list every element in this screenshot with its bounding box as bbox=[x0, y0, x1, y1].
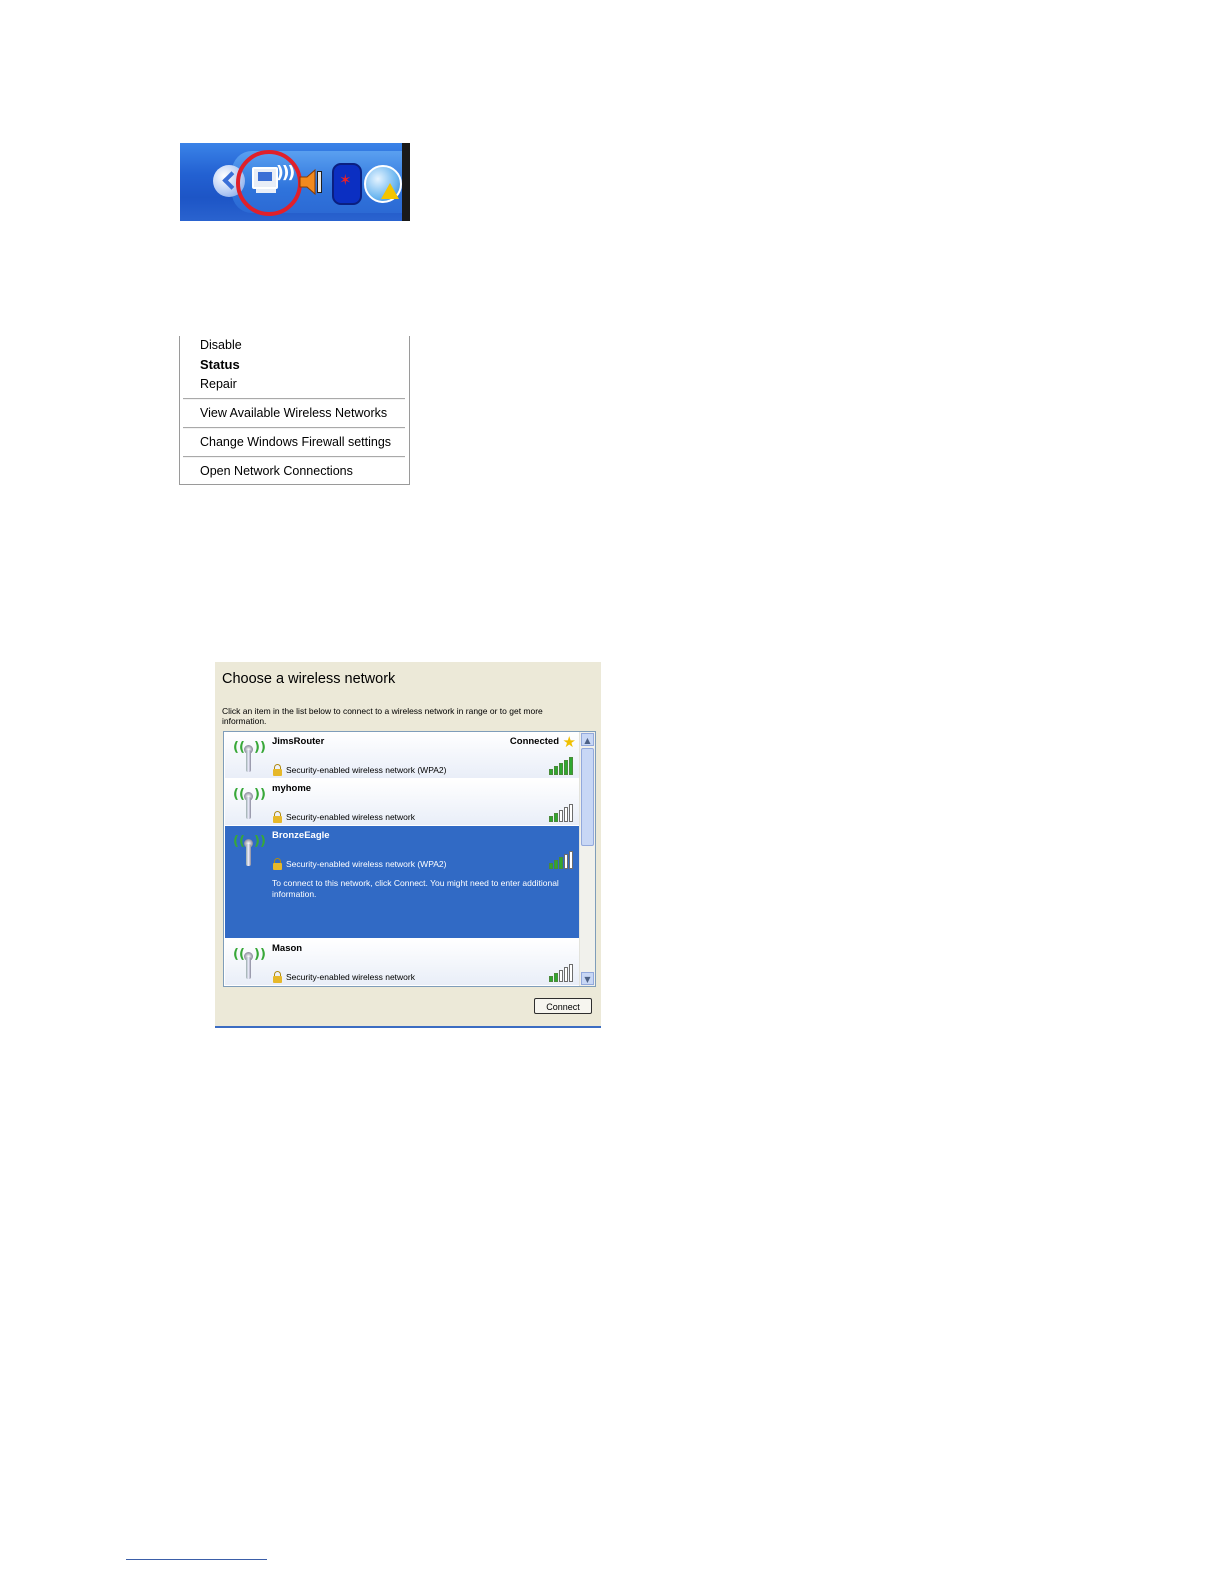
signal-strength-icon bbox=[549, 964, 573, 982]
volume-icon[interactable] bbox=[298, 167, 324, 197]
scroll-down-button[interactable]: ▼ bbox=[581, 972, 594, 985]
menu-separator bbox=[183, 398, 405, 400]
connect-button[interactable]: Connect bbox=[534, 998, 592, 1014]
connection-status: Connected bbox=[509, 736, 559, 747]
dialog-description: Click an item in the list below to conne… bbox=[222, 706, 543, 726]
footnote-rule bbox=[126, 1559, 267, 1560]
menu-item-disable[interactable]: Disable bbox=[200, 338, 242, 352]
menu-item-status[interactable]: Status bbox=[200, 357, 240, 372]
menu-item-firewall-settings[interactable]: Change Windows Firewall settings bbox=[200, 435, 391, 449]
security-label: Security-enabled wireless network (WPA2) bbox=[286, 859, 447, 869]
dialog-title: Choose a wireless network bbox=[222, 671, 396, 687]
lock-icon bbox=[273, 811, 282, 823]
antenna-icon: (()) bbox=[233, 787, 266, 819]
star-icon: ★ bbox=[562, 733, 576, 751]
scroll-thumb[interactable] bbox=[581, 748, 594, 846]
lock-icon bbox=[273, 764, 282, 776]
antenna-icon: (()) bbox=[233, 947, 266, 979]
menu-item-view-wireless-networks[interactable]: View Available Wireless Networks bbox=[200, 406, 387, 420]
antenna-icon: (()) bbox=[233, 834, 266, 866]
lock-icon bbox=[273, 971, 282, 983]
network-name: JimsRouter bbox=[272, 736, 325, 747]
signal-strength-icon bbox=[549, 851, 573, 869]
list-scrollbar[interactable]: ▲ ▼ bbox=[579, 732, 595, 986]
warning-icon bbox=[381, 183, 399, 199]
network-name: myhome bbox=[272, 783, 312, 794]
lock-icon bbox=[273, 858, 282, 870]
scroll-up-button[interactable]: ▲ bbox=[581, 733, 594, 746]
network-row-jimsrouter[interactable]: (()) JimsRouter Connected ★ Security-ena… bbox=[225, 732, 579, 778]
network-list[interactable]: (()) JimsRouter Connected ★ Security-ena… bbox=[223, 731, 596, 987]
network-name: BronzeEagle bbox=[272, 830, 330, 841]
menu-item-repair[interactable]: Repair bbox=[200, 377, 237, 391]
network-info-text: To connect to this network, click Connec… bbox=[272, 878, 559, 899]
menu-separator bbox=[183, 456, 405, 458]
bluetooth-icon[interactable] bbox=[332, 163, 362, 205]
menu-item-open-network-connections[interactable]: Open Network Connections bbox=[200, 464, 353, 478]
wireless-network-dialog: Choose a wireless network Click an item … bbox=[215, 662, 601, 1028]
network-row-mason[interactable]: (()) Mason Security-enabled wireless net… bbox=[225, 939, 579, 985]
menu-separator bbox=[183, 427, 405, 429]
taskbar-edge bbox=[402, 143, 410, 221]
security-label: Security-enabled wireless network (WPA2) bbox=[286, 765, 447, 775]
antenna-icon: (()) bbox=[233, 740, 266, 772]
highlight-circle bbox=[236, 150, 302, 216]
security-label: Security-enabled wireless network bbox=[286, 812, 415, 822]
network-row-myhome[interactable]: (()) myhome Security-enabled wireless ne… bbox=[225, 779, 579, 825]
network-context-menu: Disable Status Repair View Available Wir… bbox=[179, 336, 410, 485]
taskbar-notification-area: ))) bbox=[180, 143, 410, 221]
signal-strength-icon bbox=[549, 804, 573, 822]
signal-strength-icon bbox=[549, 757, 573, 775]
network-row-bronzeeagle[interactable]: (()) BronzeEagle Security-enabled wirele… bbox=[225, 826, 579, 938]
security-label: Security-enabled wireless network bbox=[286, 972, 415, 982]
network-name: Mason bbox=[272, 943, 303, 954]
